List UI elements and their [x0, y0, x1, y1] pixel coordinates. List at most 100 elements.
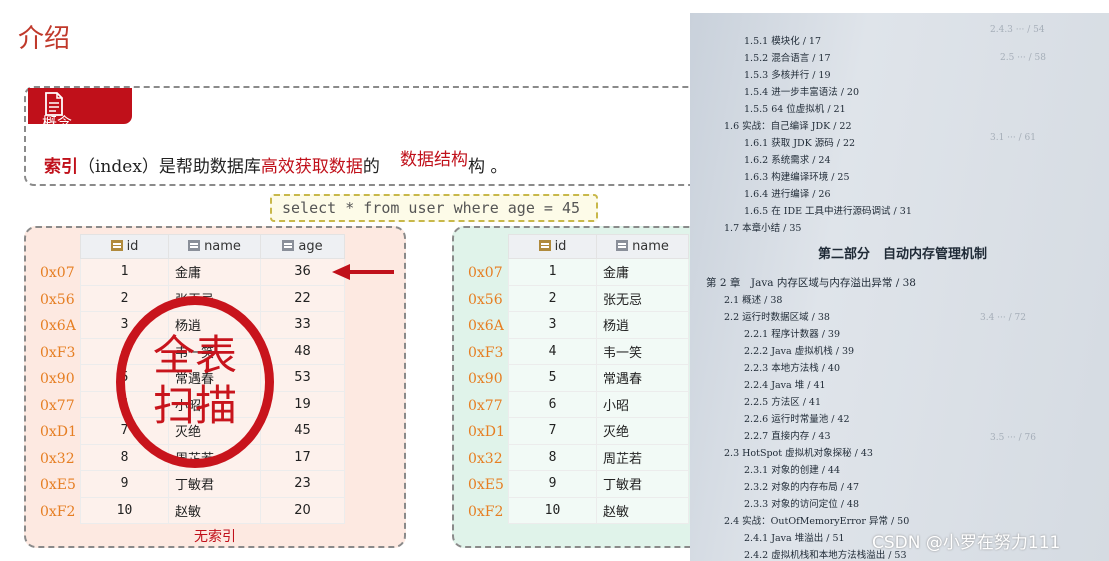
cell-age: 48 — [260, 337, 345, 365]
cell-age: 20 — [260, 496, 345, 524]
concept-keyword: 索引 — [44, 157, 78, 177]
cell-name: 金庸 — [168, 258, 261, 286]
cell-id: 1 — [508, 258, 597, 286]
table-row: 3 杨逍 33 — [80, 311, 345, 339]
table-row: 5 常遇春 — [508, 364, 689, 392]
cell-id: 5 — [508, 364, 597, 392]
table-row: 5 常遇春 53 — [80, 364, 345, 392]
toc-part-heading: 第二部分 自动内存管理机制 — [818, 247, 988, 262]
column-header-id: id — [508, 234, 597, 259]
cell-name: 张无忌 — [596, 284, 689, 312]
cell-name: 金庸 — [596, 258, 689, 286]
toc-entry: 2.2.3 本地方法栈 / 40 — [744, 363, 841, 374]
toc-entry: 2.3.3 对象的访问定位 / 48 — [744, 499, 860, 510]
concept-paren: （index）是帮助数据库 — [78, 157, 261, 177]
cell-name: 韦一笑 — [596, 337, 689, 365]
row-address: 0xD1 — [40, 424, 77, 440]
cell-id: 8 — [508, 443, 597, 471]
cell-id: 9 — [80, 470, 169, 498]
sql-query: select * from user where age = 45 — [270, 194, 598, 222]
table-row: 1 金庸 36 — [80, 258, 345, 286]
column-icon — [616, 240, 629, 251]
row-address: 0x56 — [40, 291, 75, 308]
toc-entry: 2.3 HotSpot 虚拟机对象探秘 / 43 — [724, 448, 873, 459]
table-row: 2 张无忌 — [508, 284, 689, 312]
cell-name: 周芷若 — [596, 443, 689, 471]
cell-id: 3 — [80, 311, 169, 339]
toc-entry: 2.3.2 对象的内存布局 / 47 — [744, 482, 860, 493]
toc-entry: 1.7 本章小结 / 35 — [724, 223, 802, 234]
cell-id: 6 — [508, 390, 597, 418]
key-column-icon — [538, 240, 551, 251]
row-address: 0xF3 — [468, 344, 504, 361]
column-header-name: name — [596, 234, 689, 259]
column-icon — [282, 240, 295, 251]
cell-age: 33 — [260, 311, 345, 339]
csdn-watermark: CSDN @小罗在努力111 — [872, 533, 1061, 553]
table-row: 1 金庸 — [508, 258, 689, 286]
table-row: 9 丁敏君 — [508, 470, 689, 498]
table-row: 6 小昭 19 — [80, 390, 345, 418]
toc-entry: 1.6.3 构建编译环境 / 25 — [744, 172, 850, 183]
address-column: 0x07 0x56 0x6A 0xF3 0x90 0x77 0xD1 0x32 0xE5 0xF2 — [468, 260, 508, 525]
toc-entry: 1.5.2 混合语言 / 17 — [744, 53, 831, 64]
row-address: 0x07 — [40, 265, 75, 281]
table-row: 4 韦一笑 48 — [80, 337, 345, 365]
table-row: 6 小昭 — [508, 390, 689, 418]
cell-name: 丁敏君 — [596, 470, 689, 498]
toc-entry: 1.6 实战：自己编译 JDK / 22 — [724, 121, 852, 132]
cell-id: 10 — [80, 496, 169, 524]
key-column-icon — [110, 240, 123, 251]
table-row: 3 杨逍 — [508, 311, 689, 339]
toc-entry: 2.4.1 Java 堆溢出 / 51 — [744, 533, 845, 544]
row-address: 0xE5 — [40, 477, 76, 493]
row-address: 0x07 — [468, 265, 503, 281]
cell-id: 1 — [80, 258, 169, 286]
book-toc-photo: 2.4.3 ··· / 54 2.5 ··· / 58 3.1 ··· / 61… — [690, 13, 1109, 561]
slide-title: 介绍 — [18, 24, 71, 54]
cell-id: 10 — [508, 496, 597, 524]
address-column: 0x07 0x56 0x6A 0xF3 0x90 0x77 0xD1 0x32 0xE5 0xF2 — [40, 260, 80, 525]
row-address: 0x90 — [40, 371, 75, 387]
toc-entry: 1.5.1 模块化 / 17 — [744, 36, 822, 47]
cell-id: 5 — [80, 364, 169, 392]
toc-entry: 2.2.4 Java 堆 / 41 — [744, 380, 826, 391]
cell-id: 8 — [80, 443, 169, 471]
table-row: 10 赵敏 20 — [80, 496, 345, 524]
cell-name: 小昭 — [596, 390, 689, 418]
table-row: 7 灭绝 — [508, 417, 689, 445]
row-address: 0xF3 — [40, 344, 76, 361]
scan-start-arrow-icon — [332, 264, 394, 280]
cell-age: 23 — [260, 470, 345, 498]
cell-id: 9 — [508, 470, 597, 498]
toc-entry: 1.5.3 多核并行 / 19 — [744, 70, 831, 81]
toc-entry: 2.2 运行时数据区域 / 38 — [724, 312, 830, 323]
column-header-name: name — [168, 234, 261, 259]
toc-entry: 2.2.7 直接内存 / 43 — [744, 431, 831, 442]
toc-entry: 1.6.1 获取 JDK 源码 / 22 — [744, 138, 856, 149]
cell-name: 赵敏 — [596, 496, 689, 524]
cell-id: 4 — [508, 337, 597, 365]
user-table-index: id name 1 金庸 2 张无忌 3 杨逍 4 韦一笑 5 常遇春 6 小昭 7 灭绝 8 周芷若 9 丁敏君… — [508, 234, 689, 524]
toc-entry: 1.5.5 64 位虚拟机 / 21 — [744, 104, 846, 115]
cell-id: 7 — [508, 417, 597, 445]
toc-entry: 2.1 概述 / 38 — [724, 295, 783, 306]
table-row: 8 周芷若 — [508, 443, 689, 471]
column-icon — [188, 240, 201, 251]
cell-name: 杨逍 — [168, 311, 261, 339]
column-header-id: id — [80, 234, 169, 259]
cell-name: 常遇春 — [596, 364, 689, 392]
cell-age: 45 — [260, 417, 345, 445]
row-address: 0x6A — [40, 318, 76, 334]
toc-entry: 1.6.5 在 IDE 工具中进行源码调试 / 31 — [744, 206, 912, 217]
row-address: 0x56 — [468, 291, 503, 308]
row-address: 0x77 — [40, 397, 75, 414]
row-address: 0x77 — [468, 397, 503, 414]
row-address: 0xF2 — [40, 503, 76, 520]
table-row: 8 周芷若 17 — [80, 443, 345, 471]
concept-tail: 构 。 — [468, 157, 508, 177]
cell-age: 17 — [260, 443, 345, 471]
cell-name: 周芷若 — [168, 443, 261, 471]
cell-id: 4 — [80, 337, 169, 365]
cell-id: 7 — [80, 417, 169, 445]
